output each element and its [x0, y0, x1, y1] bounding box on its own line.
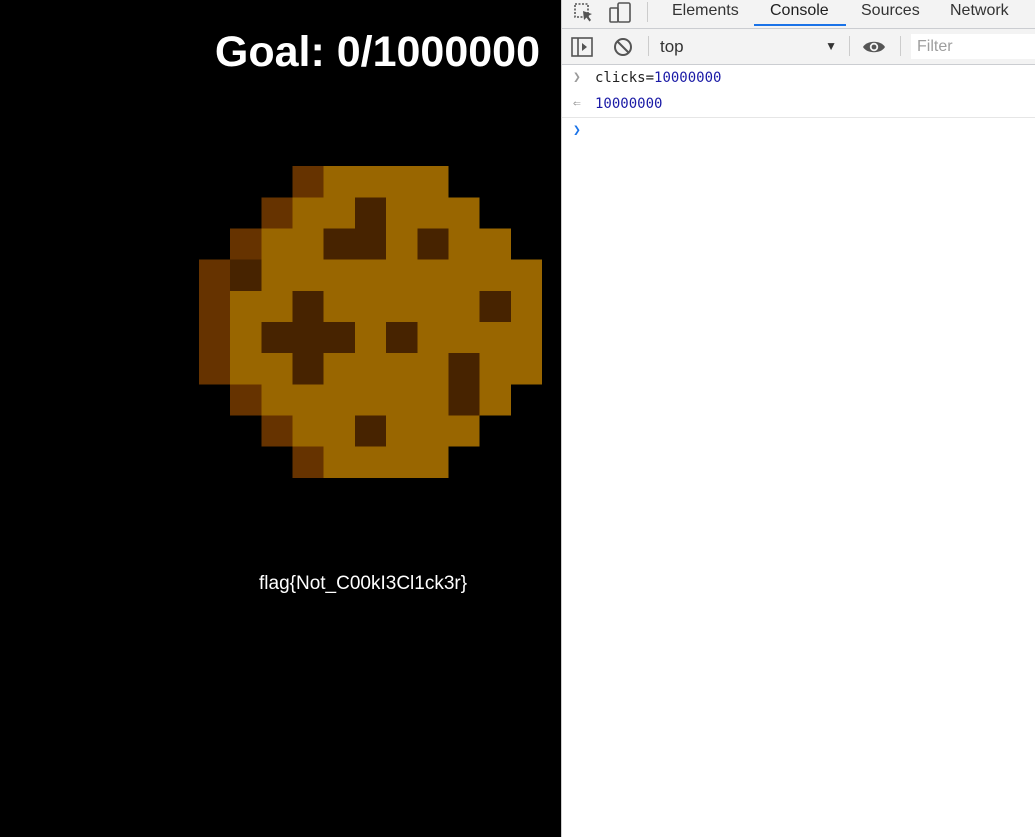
game-area: Goal: 0/1000000 flag{Not_C00kI3Cl1ck3r} — [0, 0, 561, 837]
devtools-panel: Elements Console Sources Network top ▼ F… — [561, 0, 1035, 837]
context-selector[interactable]: top ▼ — [660, 37, 840, 59]
device-toolbar-icon[interactable] — [608, 1, 632, 25]
console-toolbar: top ▼ — [562, 29, 1035, 65]
devtools-tab-bar: Elements Console Sources Network — [562, 0, 1035, 29]
tab-separator — [647, 2, 648, 22]
result-arrow-icon: ⇐ — [573, 96, 581, 111]
context-selector-label: top — [660, 37, 684, 56]
command-value: 10000000 — [654, 70, 722, 86]
toolbar-separator — [849, 36, 850, 56]
toolbar-separator — [900, 36, 901, 56]
command-variable: clicks= — [595, 70, 655, 86]
console-filter-input[interactable] — [911, 34, 1035, 59]
console-prompt[interactable]: ❯ — [562, 118, 1035, 144]
input-chevron-icon: ❯ — [573, 70, 581, 85]
toolbar-separator — [648, 36, 649, 56]
active-tab-indicator — [754, 24, 846, 26]
tab-elements[interactable]: Elements — [672, 0, 739, 28]
tab-network[interactable]: Network — [950, 0, 1009, 28]
console-result-line: ⇐ 10000000 — [562, 91, 1035, 118]
clear-console-icon[interactable] — [611, 35, 635, 59]
inspect-element-icon[interactable] — [572, 1, 596, 25]
tab-sources[interactable]: Sources — [861, 0, 920, 28]
live-expression-eye-icon[interactable] — [862, 35, 886, 59]
cookie-button[interactable] — [199, 166, 542, 478]
show-sidebar-icon[interactable] — [570, 35, 594, 59]
flag-text: flag{Not_C00kI3Cl1ck3r} — [259, 573, 468, 594]
prompt-chevron-icon: ❯ — [573, 123, 581, 138]
dropdown-arrow-icon: ▼ — [825, 39, 837, 53]
console-output: ❯ clicks=10000000 ⇐ 10000000 ❯ — [562, 65, 1035, 837]
console-input-line: ❯ clicks=10000000 — [562, 65, 1035, 91]
result-value: 10000000 — [595, 96, 663, 112]
goal-counter: Goal: 0/1000000 — [214, 28, 540, 76]
